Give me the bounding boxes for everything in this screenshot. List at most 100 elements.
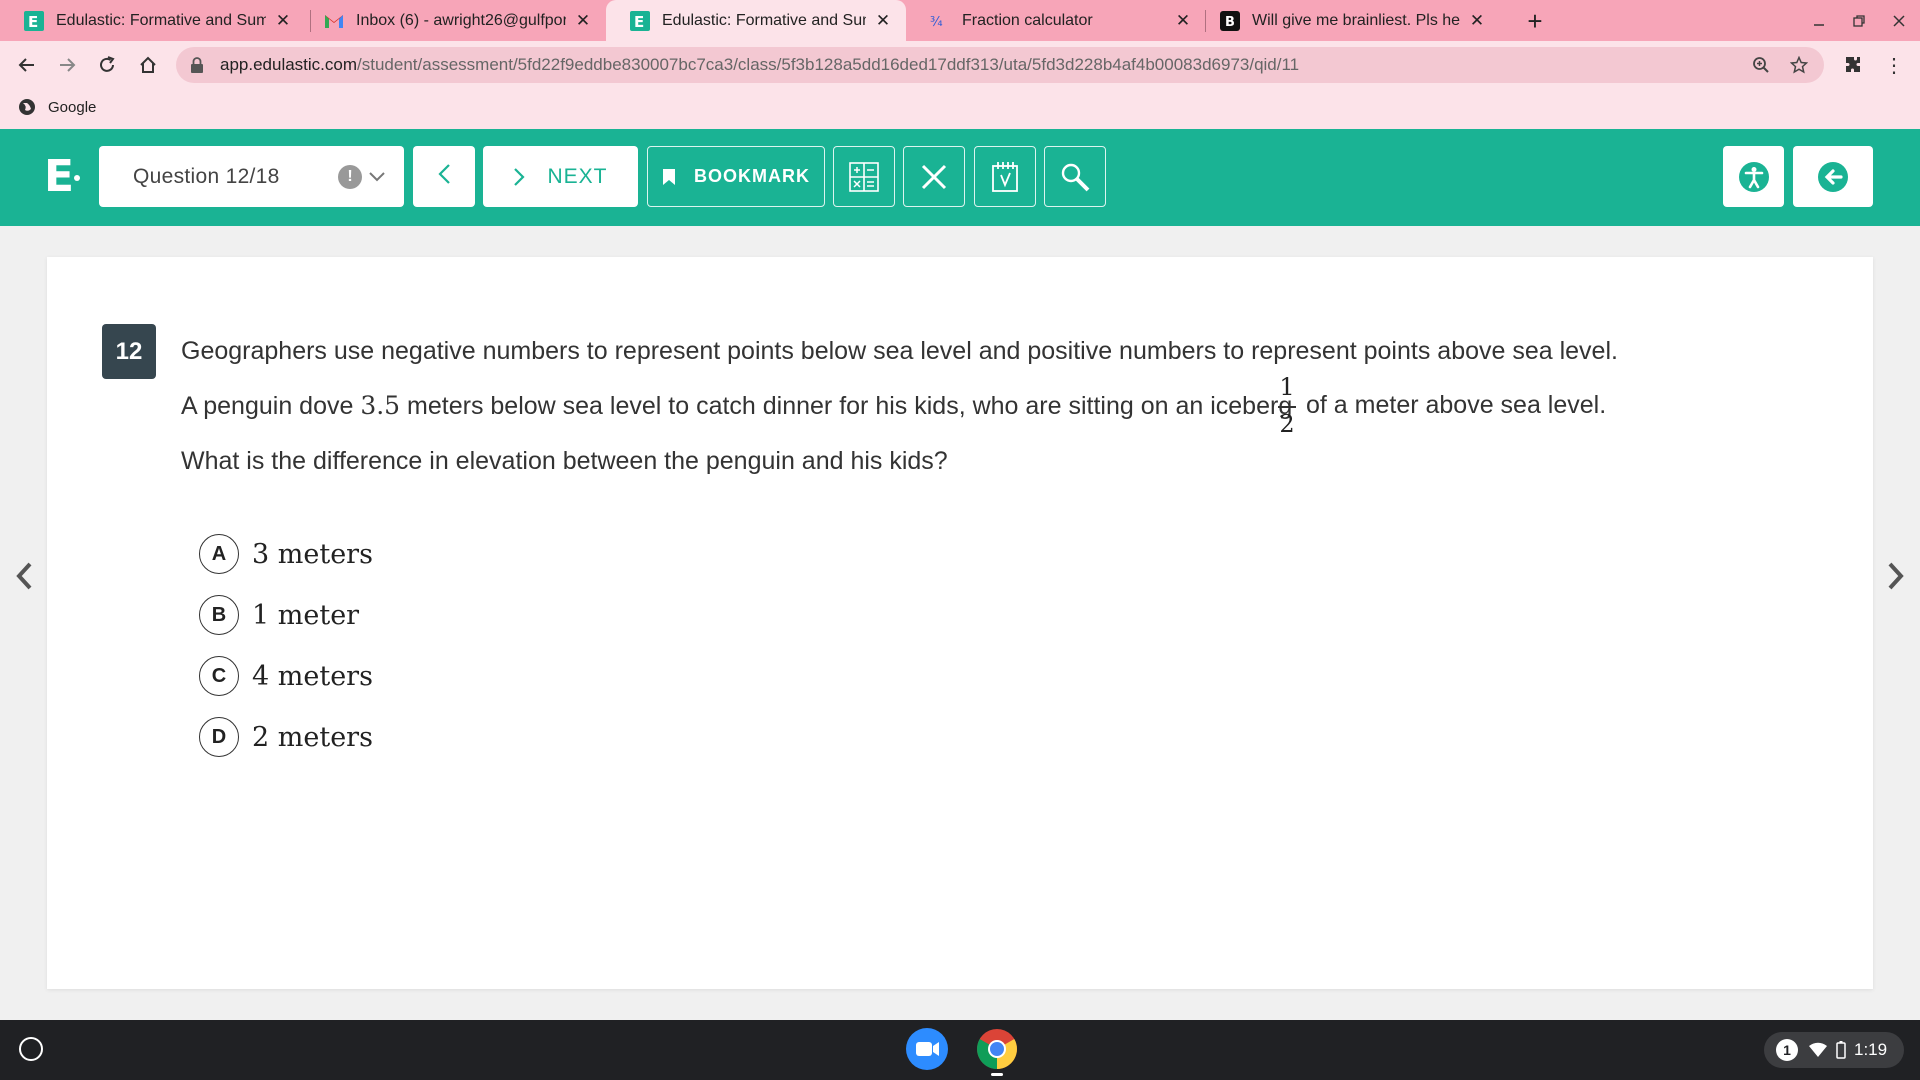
chrome-icon[interactable] xyxy=(976,1028,1018,1070)
choice-text[interactable]: 3 meters xyxy=(252,539,373,570)
edulastic-icon: E xyxy=(24,10,44,31)
question-text-line-2-end: of a meter above sea level. xyxy=(1306,391,1607,419)
previous-button[interactable] xyxy=(413,146,475,207)
magnifier-button[interactable] xyxy=(1044,146,1106,207)
exit-arrow-icon xyxy=(1817,161,1849,193)
clock: 1:19 xyxy=(1854,1040,1888,1059)
close-icon[interactable]: ✕ xyxy=(574,11,592,30)
notification-badge[interactable]: 1 xyxy=(1776,1039,1798,1061)
svg-text:¾: ¾ xyxy=(930,15,943,30)
home-icon[interactable] xyxy=(133,50,163,80)
zoom-app-icon[interactable] xyxy=(906,1028,948,1070)
next-button[interactable]: NEXT xyxy=(483,146,638,207)
question-selector[interactable]: Question 12/18 ! xyxy=(99,146,404,207)
browser-tab-strip: E Edulastic: Formative and Summa ✕ Inbox… xyxy=(0,0,1920,41)
prev-question-arrow-icon[interactable] xyxy=(12,558,36,594)
svg-text:E: E xyxy=(634,13,644,31)
fraction-denominator: 2 xyxy=(1279,410,1295,438)
choice-text[interactable]: 4 meters xyxy=(252,661,373,692)
accessibility-button[interactable] xyxy=(1723,146,1784,207)
bookmark-button[interactable]: BOOKMARK xyxy=(647,146,825,207)
chevron-right-icon xyxy=(513,167,526,187)
restore-icon[interactable] xyxy=(1848,10,1870,32)
fraction-one-half: 1 2 xyxy=(1276,373,1298,439)
edulastic-icon: E xyxy=(630,10,650,31)
accessibility-icon xyxy=(1738,161,1770,193)
forward-arrow-icon[interactable] xyxy=(52,50,82,80)
zoom-icon[interactable] xyxy=(1750,54,1772,76)
browser-tab-active[interactable]: E Edulastic: Formative and Summa ✕ xyxy=(606,0,906,41)
assessment-header: E Question 12/18 ! NEXT BOOKMARK xyxy=(0,129,1920,226)
eliminate-answer-button[interactable] xyxy=(903,146,965,207)
close-icon[interactable]: ✕ xyxy=(874,11,892,30)
question-text-line-2: A penguin dove 3.5 meters below sea leve… xyxy=(181,391,1292,421)
choice-letter[interactable]: A xyxy=(199,534,239,574)
tab-title: Edulastic: Formative and Summa xyxy=(662,11,866,29)
answer-choice-b[interactable]: B 1 meter xyxy=(199,595,359,635)
bookmark-label: BOOKMARK xyxy=(694,166,810,186)
more-menu-icon[interactable]: ⋮ xyxy=(1882,50,1906,80)
gmail-icon xyxy=(324,11,344,31)
active-app-indicator xyxy=(991,1073,1003,1076)
close-icon[interactable]: ✕ xyxy=(1174,11,1192,30)
back-arrow-icon[interactable] xyxy=(12,50,42,80)
url-text[interactable]: app.edulastic.com/student/assessment/5fd… xyxy=(220,55,1734,75)
tab-title: Edulastic: Formative and Summa xyxy=(56,11,266,29)
chevron-left-icon xyxy=(437,163,451,190)
battery-icon xyxy=(1836,1041,1846,1059)
choice-letter[interactable]: C xyxy=(199,656,239,696)
browser-tab[interactable]: E Edulastic: Formative and Summa ✕ xyxy=(0,0,306,41)
browser-tab[interactable]: ¾ Fraction calculator ✕ xyxy=(906,0,1206,41)
next-label: NEXT xyxy=(547,164,608,188)
tab-title: Will give me brainliest. Pls help - xyxy=(1252,11,1460,29)
alert-icon: ! xyxy=(338,164,362,189)
search-icon xyxy=(1060,162,1090,192)
question-number-badge: 12 xyxy=(102,324,156,379)
tab-title: Fraction calculator xyxy=(962,11,1093,29)
browser-tab[interactable]: B Will give me brainliest. Pls help - ✕ xyxy=(1196,0,1500,41)
os-shelf: 1 1:19 xyxy=(0,1020,1920,1080)
bookmark-google[interactable]: Google xyxy=(18,94,96,120)
close-window-icon[interactable] xyxy=(1888,10,1910,32)
logo-dot xyxy=(74,175,80,181)
extensions-icon[interactable] xyxy=(1838,50,1868,80)
question-selector-label: Question 12/18 xyxy=(133,164,280,188)
address-bar[interactable]: app.edulastic.com/student/assessment/5fd… xyxy=(176,47,1824,83)
close-icon[interactable]: ✕ xyxy=(274,11,292,30)
browser-toolbar: app.edulastic.com/student/assessment/5fd… xyxy=(0,41,1920,129)
answer-choice-a[interactable]: A 3 meters xyxy=(199,534,373,574)
new-tab-button[interactable]: + xyxy=(1520,6,1550,36)
minimize-icon[interactable] xyxy=(1808,10,1830,32)
question-text-line-3: What is the difference in elevation betw… xyxy=(181,447,948,475)
next-question-arrow-icon[interactable] xyxy=(1884,558,1908,594)
fraction-bar xyxy=(1278,406,1296,408)
reload-icon[interactable] xyxy=(92,50,122,80)
answer-choice-c[interactable]: C 4 meters xyxy=(199,656,373,696)
question-text-line-1: Geographers use negative numbers to repr… xyxy=(181,337,1618,365)
choice-text[interactable]: 1 meter xyxy=(252,600,359,631)
globe-icon xyxy=(18,98,36,116)
fraction-numerator: 1 xyxy=(1279,373,1295,401)
calculator-button[interactable] xyxy=(833,146,895,207)
chevron-down-icon xyxy=(364,165,390,189)
launcher-icon[interactable] xyxy=(19,1037,43,1061)
browser-tab[interactable]: Inbox (6) - awright26@gulfportsc ✕ xyxy=(300,0,606,41)
svg-text:E: E xyxy=(28,13,38,31)
wifi-icon xyxy=(1808,1042,1828,1058)
close-icon[interactable]: ✕ xyxy=(1468,11,1486,30)
scratchpad-icon xyxy=(991,161,1019,193)
star-icon[interactable] xyxy=(1788,54,1810,76)
question-text-segment: A penguin dove xyxy=(181,392,361,420)
exit-button[interactable] xyxy=(1793,146,1873,207)
answer-choice-d[interactable]: D 2 meters xyxy=(199,717,373,757)
choice-text[interactable]: 2 meters xyxy=(252,722,373,753)
bookmark-label: Google xyxy=(48,98,97,116)
choice-letter[interactable]: B xyxy=(199,595,239,635)
choice-letter[interactable]: D xyxy=(199,717,239,757)
scratchpad-button[interactable] xyxy=(974,146,1036,207)
status-tray[interactable]: 1 1:19 xyxy=(1764,1032,1904,1068)
fraction-icon: ¾ xyxy=(930,11,950,31)
svg-text:B: B xyxy=(1225,15,1235,30)
lock-icon[interactable] xyxy=(190,57,206,73)
close-icon xyxy=(920,163,948,191)
